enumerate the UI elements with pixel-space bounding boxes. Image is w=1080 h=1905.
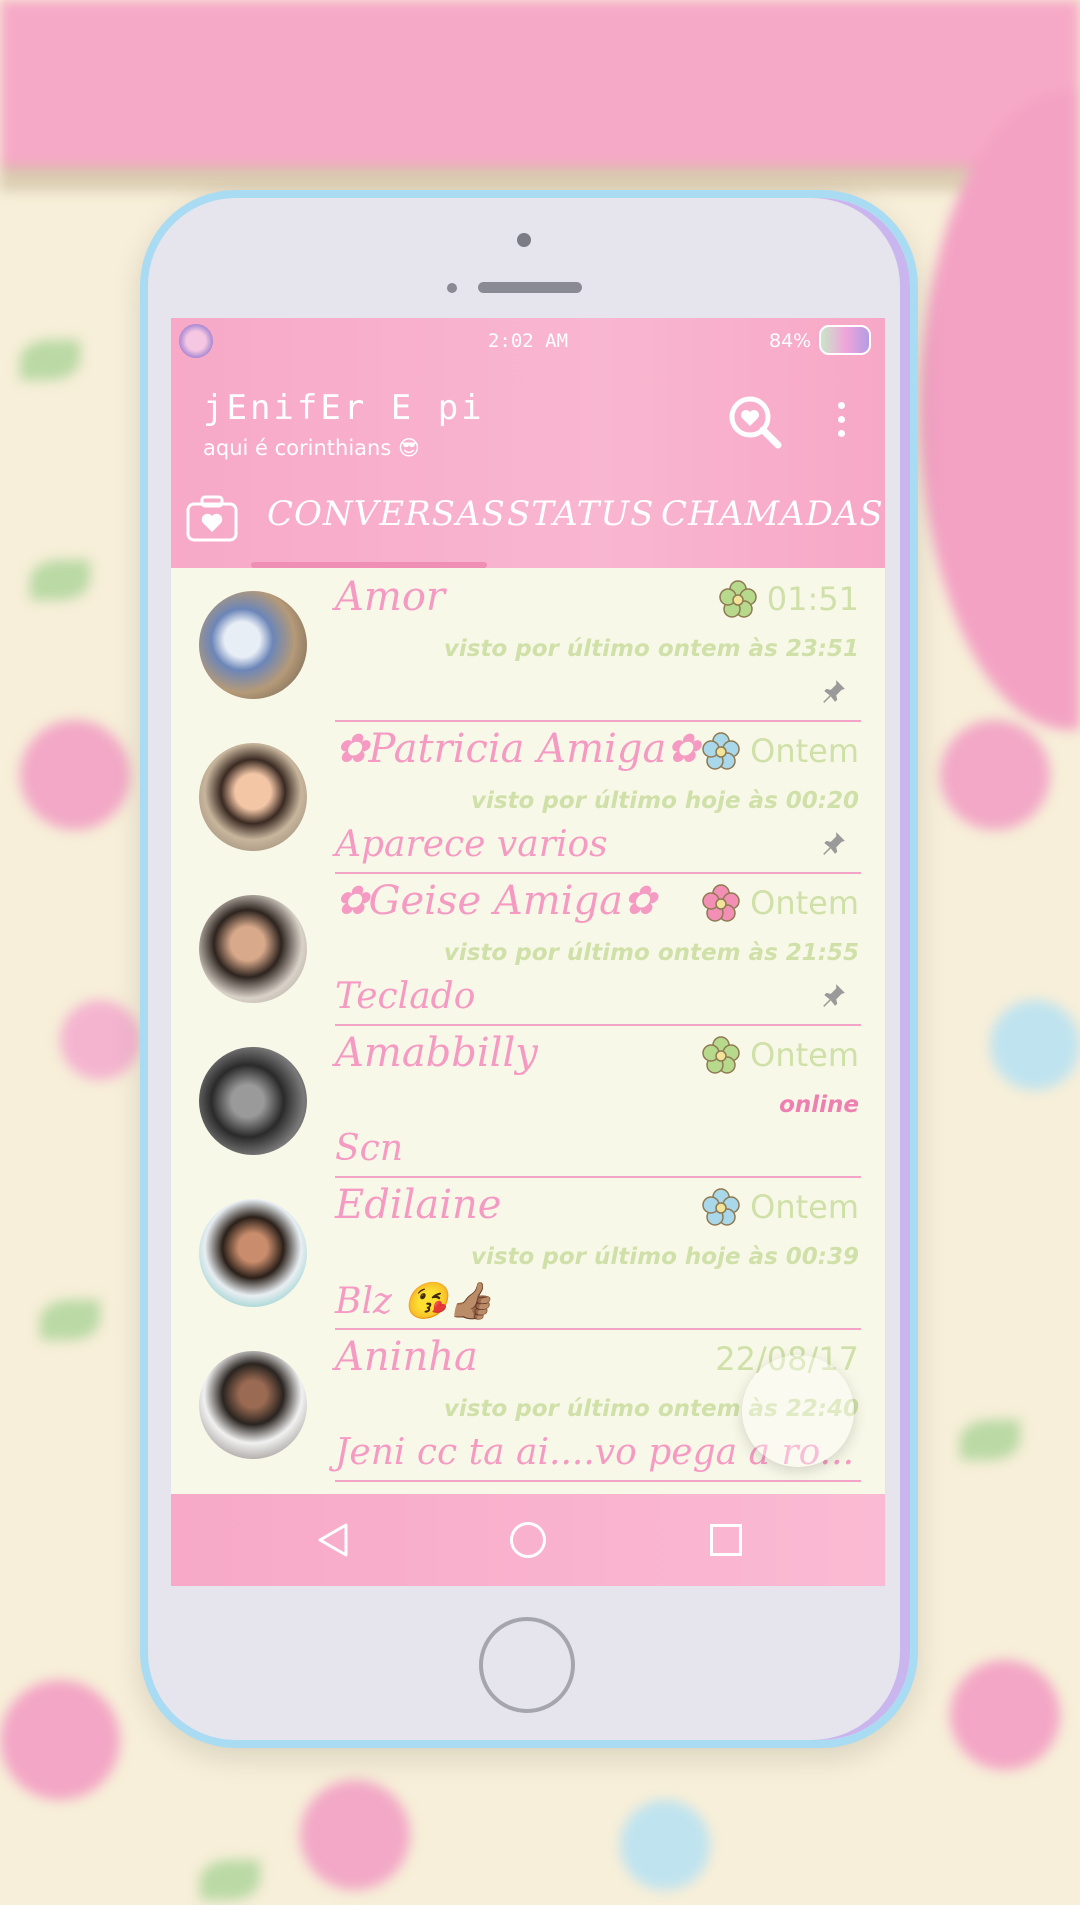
chat-time: Ontem — [750, 1188, 859, 1226]
chat-row-edilaine[interactable]: Edilaine Ontem visto por último hoje às … — [171, 1178, 885, 1330]
chat-meta: Ontem — [702, 1188, 859, 1226]
pin-icon — [823, 832, 845, 855]
tab-chamadas[interactable]: CHAMADAS — [661, 494, 884, 534]
flower-icon — [702, 1036, 740, 1074]
chat-time: Ontem — [750, 732, 859, 770]
contact-name: ✿Patricia Amiga✿ — [335, 726, 700, 772]
search-heart-icon[interactable] — [726, 393, 784, 451]
chat-time: 01:51 — [766, 580, 859, 618]
chat-app-title: jEnifEr E pi — [203, 388, 485, 428]
chat-row-patricia[interactable]: ✿Patricia Amiga✿ Ontem visto por último … — [171, 722, 885, 874]
more-vert-icon[interactable] — [835, 402, 847, 442]
battery-icon — [819, 325, 871, 355]
sensor-dot — [447, 283, 457, 293]
tab-status[interactable]: STATUS — [507, 494, 654, 534]
last-message: Scn — [335, 1128, 404, 1169]
tab-bar: CONVERSAS STATUS CHAMADAS — [171, 494, 885, 552]
flower-icon — [719, 580, 757, 618]
avatar[interactable] — [199, 1047, 307, 1155]
chat-meta: Ontem — [702, 1036, 859, 1074]
pin-icon — [823, 680, 845, 703]
last-seen-status: visto por último hoje às 00:20 — [471, 788, 859, 814]
flower-icon — [702, 884, 740, 922]
chat-time: Ontem — [750, 884, 859, 922]
app-subtitle: aqui é corinthians 😎 — [203, 436, 420, 460]
last-seen-status: visto por último hoje às 00:39 — [471, 1244, 859, 1270]
chat-row-geise[interactable]: ✿Geise Amiga✿ Ontem visto por último ont… — [171, 874, 885, 1026]
contact-name: Amabbilly — [335, 1030, 538, 1076]
tab-conversas[interactable]: CONVERSAS — [267, 494, 506, 534]
chat-meta: 01:51 — [719, 580, 859, 618]
app-bar: 2:02 AM 84% jEnifEr E pi aqui é corinthi… — [171, 318, 885, 568]
back-icon[interactable] — [316, 1522, 350, 1558]
selected-tab-indicator — [251, 562, 487, 568]
system-navigation-bar — [171, 1494, 885, 1586]
last-seen-status: visto por último ontem às 23:51 — [443, 636, 859, 662]
last-seen-status: visto por último ontem às 21:55 — [443, 940, 859, 966]
row-divider — [335, 1480, 861, 1482]
contact-name: Aninha — [335, 1334, 478, 1380]
home-hardware-button[interactable] — [479, 1617, 575, 1713]
online-status: online — [779, 1092, 859, 1118]
flower-icon — [702, 1188, 740, 1226]
recents-icon[interactable] — [710, 1524, 742, 1556]
status-bar: 2:02 AM 84% — [171, 318, 885, 362]
avatar[interactable] — [199, 743, 307, 851]
contact-name: ✿Geise Amiga✿ — [335, 878, 657, 924]
chat-time: Ontem — [750, 1036, 859, 1074]
avatar[interactable] — [199, 1199, 307, 1307]
last-message: Blz 😘👍🏽 — [335, 1281, 494, 1322]
front-camera-dot — [517, 233, 531, 247]
home-icon[interactable] — [510, 1522, 546, 1558]
chat-row-amabbilly[interactable]: Amabbilly Ontem online Scn — [171, 1026, 885, 1178]
avatar[interactable] — [199, 1351, 307, 1459]
last-message: Teclado — [335, 976, 476, 1017]
chat-list: Amor 01:51 visto por último ontem às 23:… — [171, 570, 885, 1482]
new-chat-fab[interactable] — [742, 1355, 854, 1467]
flower-icon — [702, 732, 740, 770]
chat-meta: Ontem — [702, 884, 859, 922]
avatar[interactable] — [199, 591, 307, 699]
earpiece-speaker — [478, 282, 582, 293]
pin-icon — [823, 984, 845, 1007]
battery-percent: 84% — [769, 330, 812, 352]
chat-meta: Ontem — [702, 732, 859, 770]
avatar[interactable] — [199, 895, 307, 1003]
chat-row-amor[interactable]: Amor 01:51 visto por último ontem às 23:… — [171, 570, 885, 722]
contact-name: Edilaine — [335, 1182, 502, 1228]
last-message: Aparece varios — [335, 824, 608, 865]
contact-name: Amor — [335, 574, 446, 620]
